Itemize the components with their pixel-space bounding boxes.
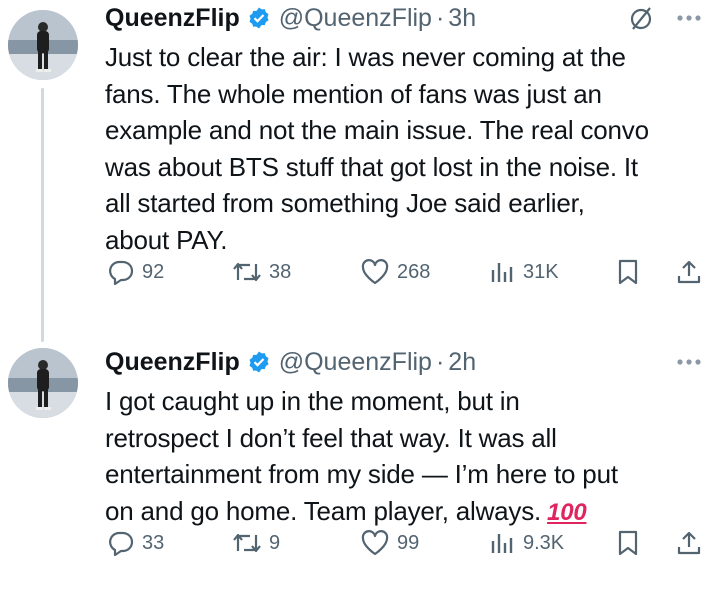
verified-badge-icon — [247, 350, 271, 374]
like-icon — [360, 258, 390, 286]
more-dots-icon[interactable] — [676, 14, 702, 22]
like-button[interactable]: 99 — [360, 529, 419, 557]
tweet-header: QueenzFlip @QueenzFlip · 3h — [105, 0, 702, 36]
views-count: 9.3K — [523, 531, 565, 554]
tweet-text: Just to clear the air: I was never comin… — [105, 42, 649, 255]
share-button[interactable] — [676, 529, 702, 557]
repost-icon — [232, 529, 262, 557]
repost-count: 38 — [269, 260, 292, 283]
like-count: 99 — [397, 531, 420, 554]
tweet-text: I got caught up in the moment, but in re… — [105, 383, 702, 531]
share-button[interactable] — [676, 258, 702, 286]
tweet-text-body: I got caught up in the moment, but in re… — [105, 386, 618, 526]
bookmark-icon — [616, 529, 640, 557]
separator-dot: · — [435, 347, 445, 376]
reply-icon — [107, 529, 135, 557]
repost-count: 9 — [269, 531, 281, 554]
handle[interactable]: @QueenzFlip — [279, 4, 432, 33]
avatar[interactable] — [8, 10, 78, 80]
like-button[interactable]: 268 — [360, 258, 430, 286]
views-button[interactable]: 9.3K — [490, 529, 564, 557]
more-dots-icon[interactable] — [676, 358, 702, 366]
like-icon — [360, 529, 390, 557]
tweet-header: QueenzFlip @QueenzFlip · 2h — [105, 344, 702, 380]
display-name[interactable]: QueenzFlip — [105, 4, 240, 33]
timestamp[interactable]: 3h — [448, 4, 476, 33]
reply-icon — [107, 258, 135, 286]
share-icon — [676, 529, 702, 557]
handle[interactable]: @QueenzFlip — [279, 348, 432, 377]
views-button[interactable]: 31K — [490, 258, 559, 286]
repost-icon — [232, 258, 262, 286]
reply-button[interactable]: 33 — [107, 529, 164, 557]
slash-circle-icon[interactable] — [628, 5, 654, 31]
repost-button[interactable]: 9 — [232, 529, 280, 557]
bookmark-icon — [616, 258, 640, 286]
timestamp[interactable]: 2h — [448, 348, 476, 377]
tweet[interactable]: QueenzFlip @QueenzFlip · 2h I got caught… — [0, 340, 712, 595]
display-name[interactable]: QueenzFlip — [105, 348, 240, 377]
reply-count: 33 — [142, 531, 165, 554]
views-icon — [490, 258, 516, 286]
bookmark-button[interactable] — [616, 529, 640, 557]
reply-button[interactable]: 92 — [107, 258, 164, 286]
bookmark-button[interactable] — [616, 258, 640, 286]
like-count: 268 — [397, 260, 431, 283]
reply-count: 92 — [142, 260, 165, 283]
separator-dot: · — [435, 3, 445, 32]
share-icon — [676, 258, 702, 286]
tweet[interactable]: QueenzFlip @QueenzFlip · 3h Just to clea… — [0, 0, 712, 340]
views-icon — [490, 529, 516, 557]
repost-button[interactable]: 38 — [232, 258, 291, 286]
views-count: 31K — [523, 260, 559, 283]
avatar[interactable] — [8, 348, 78, 418]
hundred-points-emoji: 100 — [547, 498, 587, 526]
verified-badge-icon — [247, 6, 271, 30]
